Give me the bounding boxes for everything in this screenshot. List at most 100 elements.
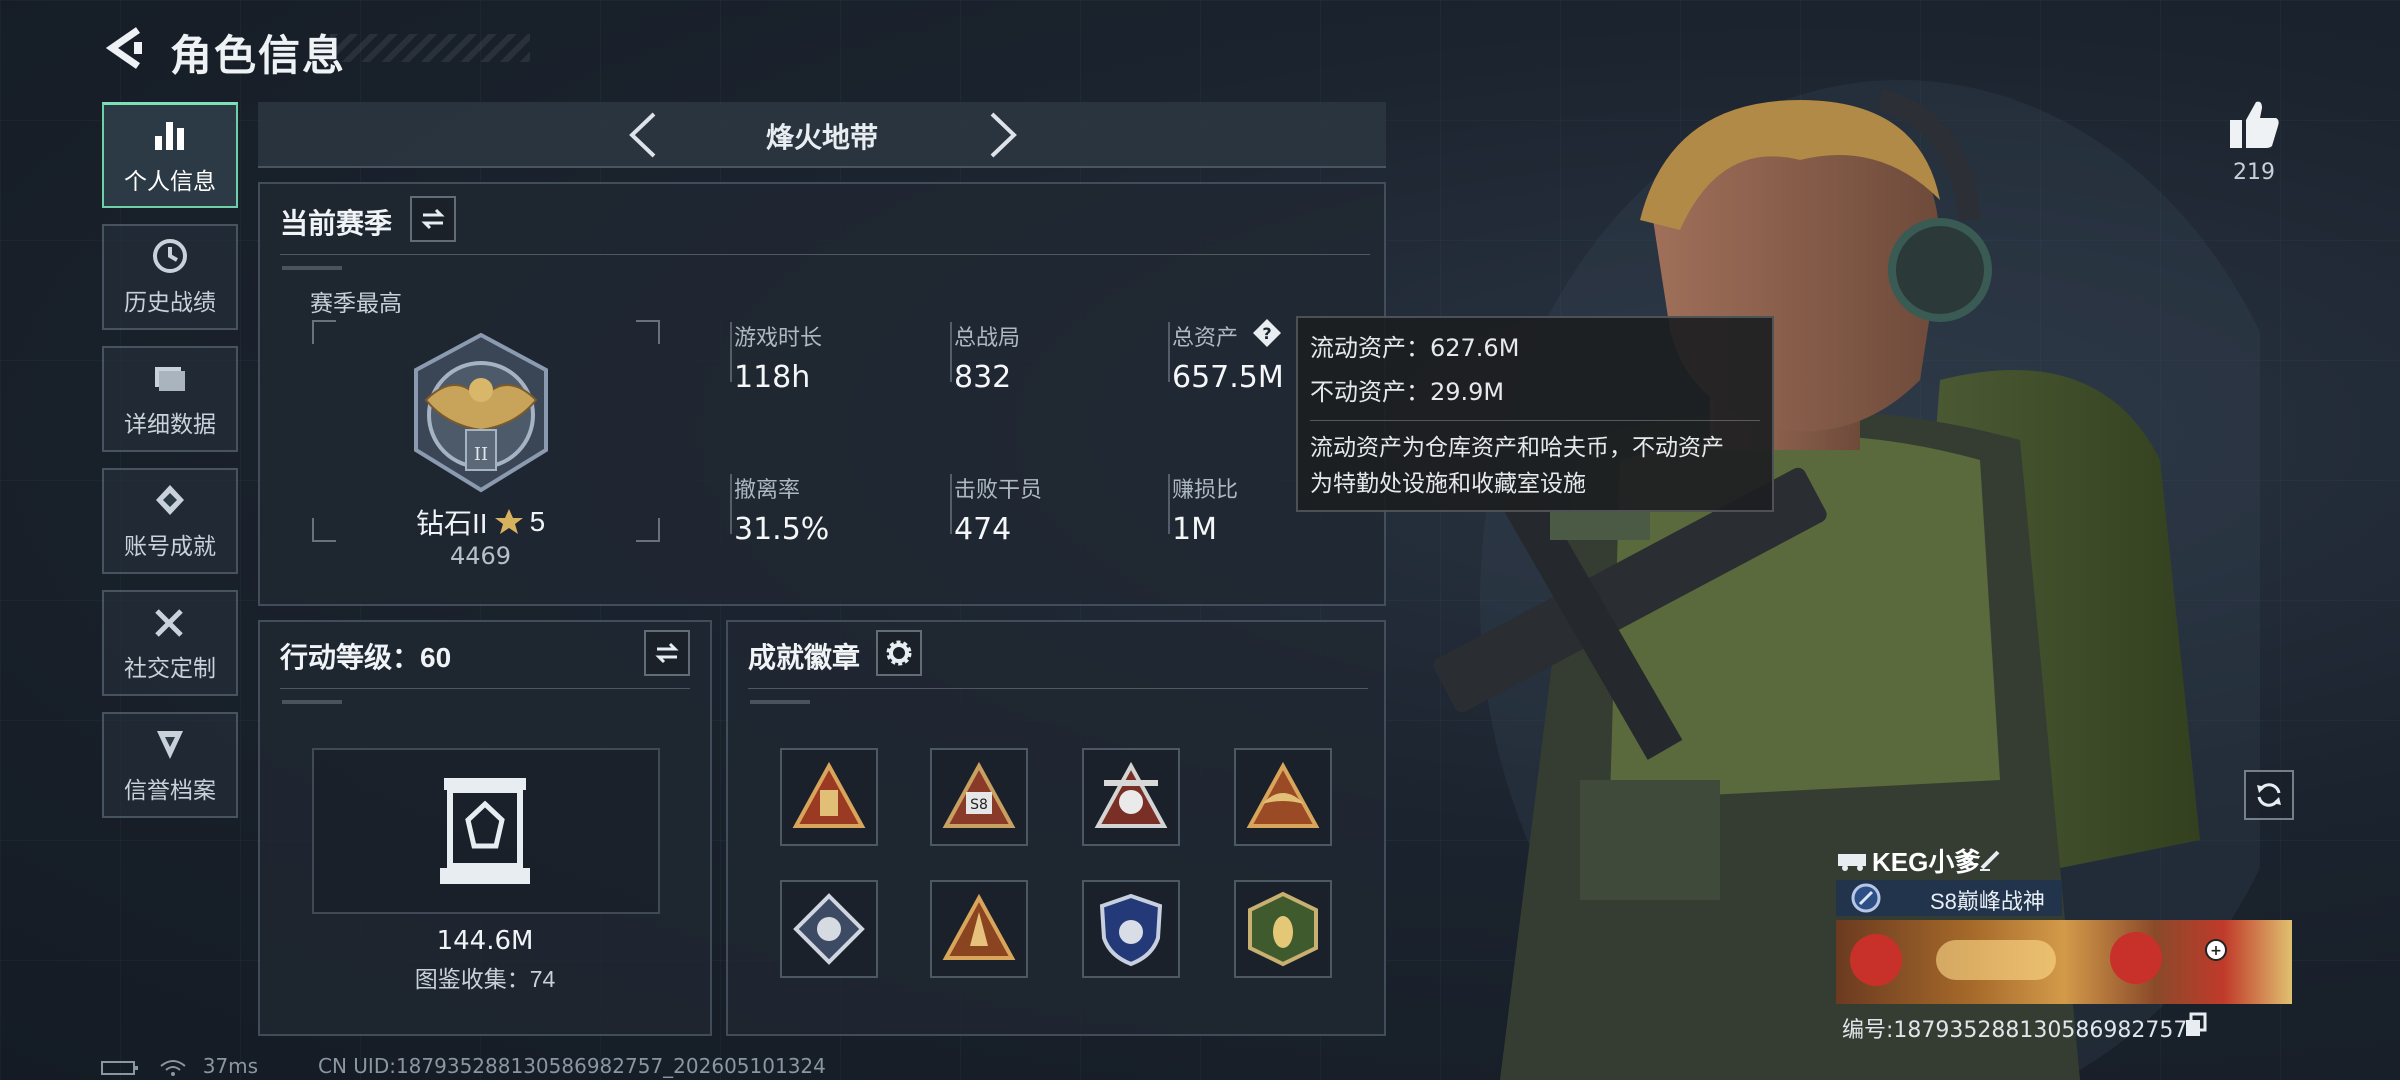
rank-stars: 5 [529, 506, 546, 537]
copy-icon[interactable] [2184, 1012, 2208, 1038]
back-arrow-icon [105, 27, 142, 69]
tooltip-liquid-assets: 流动资产：627.6M [1310, 334, 1520, 362]
badge-slot[interactable] [780, 748, 878, 846]
refresh-button[interactable] [2244, 770, 2294, 820]
achievements-title: 成就徽章 [748, 642, 861, 673]
like-count: 219 [2233, 160, 2275, 185]
achievement-icon [156, 485, 184, 515]
account-uid: CN UID:187935288130586982757_20260510132… [318, 1054, 826, 1078]
svg-text:?: ? [1262, 324, 1271, 343]
player-name: KEG小爹 [1872, 847, 1981, 877]
status-bar: 37ms [100, 1054, 258, 1078]
rank-score: 4469 [450, 542, 512, 570]
badge-slot[interactable] [1234, 880, 1332, 978]
tools-icon [155, 609, 183, 637]
badge-slot[interactable] [780, 880, 878, 978]
svg-text:II: II [474, 444, 488, 465]
gear-icon [886, 640, 912, 666]
banner-artwork: + [1850, 932, 2227, 986]
stat-label-kills: 击败干员 [954, 477, 1043, 502]
hornet-badge-icon [1248, 891, 1318, 967]
shield-badge-icon [1099, 893, 1163, 967]
sidebar-item-label: 信誉档案 [124, 777, 216, 803]
sidebar-item-credit[interactable]: 信誉档案 [102, 712, 238, 818]
achievements-divider [748, 688, 1368, 689]
switch-icon [655, 642, 679, 664]
display-case-icon [440, 778, 530, 884]
action-level-switch-button[interactable] [644, 630, 690, 676]
ping-value: 37ms [202, 1054, 259, 1078]
diamond-rose-badge-icon [793, 893, 865, 965]
s8-crest-badge-icon [1094, 761, 1168, 828]
stat-value-profit-ratio: 1M [1172, 512, 1217, 547]
sidebar-item-label: 详细数据 [124, 411, 216, 437]
tooltip-desc-line-1: 流动资产为仓库资产和哈夫币，不动资产 [1310, 434, 1724, 460]
chevron-right-icon [990, 112, 1017, 158]
like-button[interactable] [2226, 96, 2282, 152]
stat-value-kills: 474 [954, 512, 1012, 547]
season-title: 当前赛季 [280, 208, 393, 239]
badge-slot[interactable] [930, 880, 1028, 978]
divider-tick [282, 266, 342, 270]
sidebar-item-label: 个人信息 [124, 167, 216, 194]
sidebar-item-achievements[interactable]: 账号成就 [102, 468, 238, 574]
history-icon [153, 239, 187, 273]
credit-icon [157, 731, 183, 759]
eagle-badge-icon [1246, 761, 1320, 828]
help-icon: ? [1253, 319, 1281, 347]
assets-help-button[interactable]: ? [1252, 318, 1282, 348]
svg-text:S8: S8 [970, 797, 988, 813]
folder-icon [155, 367, 185, 391]
page-title: 角色信息 [170, 32, 347, 79]
sidebar-item-label: 社交定制 [124, 655, 216, 681]
svg-text:+: + [2210, 943, 2222, 959]
sidebar-item-details[interactable]: 详细数据 [102, 346, 238, 452]
tooltip-fixed-assets: 不动资产：29.9M [1310, 378, 1505, 406]
stat-value-matches: 832 [954, 360, 1012, 395]
vehicle-badge-icon [1838, 854, 1866, 871]
title-decoration [330, 34, 530, 62]
stat-label-assets: 总资产 [1172, 325, 1239, 350]
season-switch-button[interactable] [410, 196, 456, 242]
star-icon [494, 509, 523, 534]
mode-title: 烽火地带 [765, 122, 878, 153]
rank-name-text: 钻石II [416, 508, 488, 539]
sidebar-item-history[interactable]: 历史战绩 [102, 224, 238, 330]
s8-badge-icon: S8 [942, 761, 1016, 828]
diamond-rank-emblem-icon: II [414, 332, 548, 493]
wifi-icon [160, 1059, 186, 1076]
achievements-settings-button[interactable] [876, 630, 922, 676]
switch-icon [421, 208, 445, 230]
stat-label-profit-ratio: 赚损比 [1172, 477, 1239, 502]
stat-label-extract-rate: 撤离率 [734, 477, 801, 502]
collection-value: 144.6M [436, 926, 534, 956]
sidebar-item-label: 账号成就 [124, 533, 216, 559]
rank-name: 钻石II 5 [416, 502, 545, 542]
assets-tooltip: 流动资产：627.6M 不动资产：29.9M 流动资产为仓库资产和哈夫币，不动资… [1296, 316, 1774, 512]
season-divider [280, 254, 1370, 255]
divider-tick [282, 700, 342, 704]
badge-slot[interactable]: S8 [930, 748, 1028, 846]
badge-slot[interactable] [1082, 880, 1180, 978]
sidebar-item-profile[interactable]: 个人信息 [102, 102, 238, 208]
sidebar-item-label: 历史战绩 [124, 289, 216, 315]
sidebar-item-social[interactable]: 社交定制 [102, 590, 238, 696]
stat-divider [730, 322, 732, 382]
rocket-badge-icon [942, 893, 1016, 960]
stat-divider [1168, 322, 1170, 382]
stat-value-playtime: 118h [734, 360, 811, 395]
edit-name-icon[interactable] [1978, 846, 2004, 872]
tooltip-divider [1310, 420, 1760, 421]
badge-slot[interactable] [1082, 748, 1180, 846]
player-title: S8巅峰战神 [1930, 889, 2045, 914]
title-emblem-icon [1851, 883, 1881, 913]
stat-label-playtime: 游戏时长 [734, 325, 823, 350]
mode-selector: 烽火地带 [258, 102, 1386, 168]
stat-divider [1168, 474, 1170, 534]
player-banner[interactable]: + [1836, 920, 2292, 1004]
back-button[interactable] [100, 24, 148, 72]
badge-slot[interactable] [1234, 748, 1332, 846]
battery-icon [101, 1060, 138, 1075]
next-mode-button[interactable] [978, 108, 1028, 162]
frame-corner [636, 518, 660, 542]
